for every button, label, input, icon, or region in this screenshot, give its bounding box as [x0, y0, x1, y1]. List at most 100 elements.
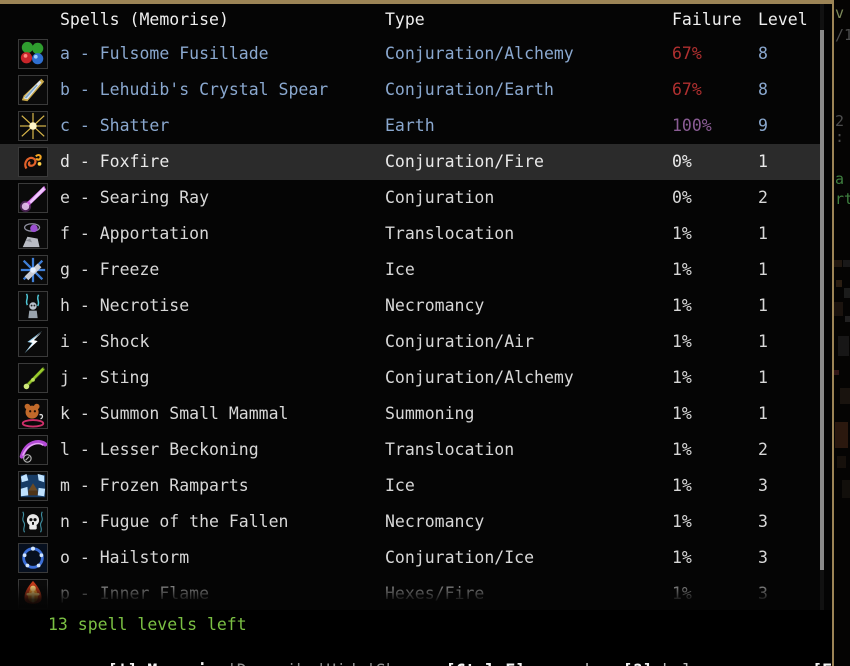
crawl-spell-menu-screen: Spells (Memorise) Type Failure Level a -… — [0, 0, 850, 666]
table-row[interactable]: l - Lesser Beckoning Translocation 1% 2 — [0, 432, 820, 468]
table-row[interactable]: d - Foxfire Conjuration/Fire 0% 1 — [0, 144, 820, 180]
cell-name: a - Fulsome Fusillade — [60, 44, 269, 63]
cell-failure: 1% — [672, 224, 692, 243]
cell-failure: 67% — [672, 80, 702, 99]
hailstorm-icon[interactable] — [18, 543, 48, 573]
mode-memorise[interactable]: Memorise — [147, 661, 226, 666]
table-row[interactable]: i - Shock Conjuration/Air 1% 1 — [0, 324, 820, 360]
shatter-icon[interactable] — [18, 111, 48, 141]
sidebar-text-line2: /1 — [835, 26, 850, 44]
cell-level: 8 — [758, 44, 768, 63]
crystal-spear-icon[interactable] — [18, 75, 48, 105]
spell-levels-left: 13 spell levels left — [48, 615, 247, 634]
cell-type: Conjuration/Fire — [385, 152, 544, 171]
table-row[interactable]: c - Shatter Earth 100% 9 — [0, 108, 820, 144]
cell-type: Conjuration/Earth — [385, 80, 554, 99]
sidebar-text-line1: v — [835, 4, 845, 22]
shock-icon[interactable] — [18, 327, 48, 357]
cell-type: Ice — [385, 476, 415, 495]
cell-level: 3 — [758, 584, 768, 603]
cell-type: Conjuration/Ice — [385, 548, 535, 567]
cell-type: Conjuration/Air — [385, 332, 535, 351]
cell-type: Conjuration/Alchemy — [385, 368, 574, 387]
cell-name: d - Foxfire — [60, 152, 170, 171]
necrotise-icon[interactable] — [18, 291, 48, 321]
cell-level: 2 — [758, 188, 768, 207]
table-row[interactable]: a - Fulsome Fusillade Conjuration/Alchemy… — [0, 36, 820, 72]
cell-failure: 1% — [672, 404, 692, 423]
cell-failure: 1% — [672, 296, 692, 315]
table-row[interactable]: e - Searing Ray Conjuration 0% 2 — [0, 180, 820, 216]
cell-level: 1 — [758, 260, 768, 279]
table-row[interactable]: b - Lehudib's Crystal Spear Conjuration/E… — [0, 72, 820, 108]
cell-level: 1 — [758, 404, 768, 423]
spell-list-region[interactable]: Spells (Memorise) Type Failure Level a -… — [0, 4, 820, 610]
table-row[interactable]: k - Summon Small Mammal Summoning 1% 1 — [0, 396, 820, 432]
cell-failure: 0% — [672, 188, 692, 207]
sting-icon[interactable] — [18, 363, 48, 393]
help-key[interactable]: [?] — [623, 661, 653, 666]
cell-level: 9 — [758, 116, 768, 135]
table-row[interactable]: p - Inner Flame Hexes/Fire 1% 3 — [0, 576, 820, 610]
apportation-icon[interactable] — [18, 219, 48, 249]
searing-ray-icon[interactable] — [18, 183, 48, 213]
sep-2: | — [316, 661, 326, 666]
foxfire-icon[interactable] — [18, 147, 48, 177]
mode-describe[interactable]: Describe — [237, 661, 316, 666]
cell-name: h - Necrotise — [60, 296, 190, 315]
cell-name: g - Freeze — [60, 260, 160, 279]
table-row[interactable]: g - Freeze Ice 1% 1 — [0, 252, 820, 288]
cell-name: p - Inner Flame — [60, 584, 210, 603]
cell-name: m - Frozen Ramparts — [60, 476, 249, 495]
frozen-ramparts-icon[interactable] — [18, 471, 48, 501]
cell-level: 2 — [758, 440, 768, 459]
cell-failure: 1% — [672, 512, 692, 531]
search-label[interactable]: search — [535, 661, 595, 666]
table-row[interactable]: n - Fugue of the Fallen Necromancy 1% 3 — [0, 504, 820, 540]
fugue-of-the-fallen-icon[interactable] — [18, 507, 48, 537]
command-line: [!] Memorise|Describe|Hide|Show[Ctrl-F] … — [48, 638, 850, 666]
cell-name: f - Apportation — [60, 224, 210, 243]
freeze-icon[interactable] — [18, 255, 48, 285]
summon-small-mammal-icon[interactable] — [18, 399, 48, 429]
cell-name: c - Shatter — [60, 116, 170, 135]
cell-type: Conjuration — [385, 188, 495, 207]
table-row[interactable]: m - Frozen Ramparts Ice 1% 3 — [0, 468, 820, 504]
list-scrollbar-track[interactable] — [820, 4, 824, 610]
header-spells: Spells (Memorise) — [60, 10, 229, 29]
minimap-fragment — [834, 250, 850, 550]
cell-failure: 1% — [672, 368, 692, 387]
cell-level: 1 — [758, 296, 768, 315]
table-row[interactable]: o - Hailstorm Conjuration/Ice 1% 3 — [0, 540, 820, 576]
cell-level: 3 — [758, 512, 768, 531]
spell-table-header: Spells (Memorise) Type Failure Level — [0, 4, 820, 36]
help-label[interactable]: help — [662, 661, 702, 666]
fulsome-fusillade-icon[interactable] — [18, 39, 48, 69]
cell-failure: 1% — [672, 548, 692, 567]
search-key[interactable]: [Ctrl-F] — [446, 661, 525, 666]
mode-show[interactable]: Show — [376, 661, 416, 666]
cell-name: o - Hailstorm — [60, 548, 190, 567]
bang-key[interactable]: [!] — [108, 661, 138, 666]
exit-key[interactable]: [Esc] — [812, 661, 850, 666]
lesser-beckoning-icon[interactable] — [18, 435, 48, 465]
cell-level: 1 — [758, 368, 768, 387]
sep-3: | — [366, 661, 376, 666]
cell-type: Necromancy — [385, 296, 485, 315]
cell-failure: 100% — [672, 116, 712, 135]
cell-name: l - Lesser Beckoning — [60, 440, 259, 459]
cell-type: Hexes/Fire — [385, 584, 485, 603]
list-scrollbar-thumb[interactable] — [820, 30, 824, 570]
table-row[interactable]: j - Sting Conjuration/Alchemy 1% 1 — [0, 360, 820, 396]
cell-name: b - Lehudib's Crystal Spear — [60, 80, 329, 99]
cell-type: Earth — [385, 116, 435, 135]
cell-name: k - Summon Small Mammal — [60, 404, 289, 423]
mode-hide[interactable]: Hide — [326, 661, 366, 666]
right-sidebar-clipped: v /1 2 : a rt — [832, 0, 850, 666]
spell-rows: a - Fulsome Fusillade Conjuration/Alchemy… — [0, 36, 820, 610]
table-row[interactable]: h - Necrotise Necromancy 1% 1 — [0, 288, 820, 324]
cell-type: Ice — [385, 260, 415, 279]
cell-failure: 1% — [672, 332, 692, 351]
inner-flame-icon[interactable] — [18, 579, 48, 609]
table-row[interactable]: f - Apportation Translocation 1% 1 — [0, 216, 820, 252]
